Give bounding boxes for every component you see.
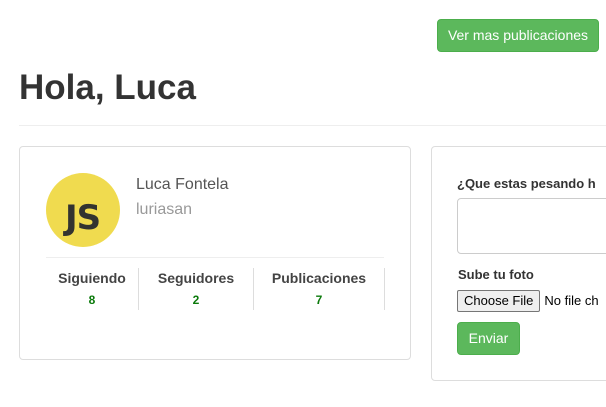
- stat-followers[interactable]: Seguidores 2: [139, 268, 254, 310]
- page-title: Hola, Luca: [19, 68, 196, 107]
- post-question-label: ¿Que estas pesando h: [457, 176, 596, 191]
- profile-full-name: Luca Fontela: [136, 176, 229, 193]
- stat-followers-label: Seguidores: [157, 270, 235, 286]
- photo-upload-label: Sube tu foto: [458, 267, 534, 282]
- profile-username: luriasan: [136, 201, 193, 218]
- file-input: Choose File No file ch: [457, 290, 599, 312]
- stats-divider: [46, 257, 384, 258]
- header-divider: [19, 125, 606, 126]
- submit-post-button[interactable]: Enviar: [457, 322, 520, 355]
- stat-following-label: Siguiendo: [58, 270, 126, 286]
- stat-followers-value: 2: [192, 293, 200, 307]
- profile-card: JS Luca Fontela luriasan Siguiendo 8 Seg…: [19, 146, 411, 360]
- choose-file-button[interactable]: Choose File: [457, 290, 541, 312]
- file-status-text: No file ch: [544, 293, 599, 308]
- new-post-card: ¿Que estas pesando h Sube tu foto Choose…: [431, 146, 606, 381]
- stat-posts-value: 7: [315, 293, 323, 307]
- avatar-logo-text: JS: [65, 198, 101, 238]
- stat-posts-label: Publicaciones: [271, 270, 367, 286]
- stat-posts[interactable]: Publicaciones 7: [254, 268, 385, 310]
- page: Ver mas publicaciones Hola, Luca JS Luca…: [0, 0, 606, 407]
- stat-following-value: 8: [88, 293, 96, 307]
- stat-following[interactable]: Siguiendo 8: [46, 268, 139, 310]
- more-posts-button[interactable]: Ver mas publicaciones: [437, 19, 599, 52]
- post-textarea[interactable]: [457, 198, 606, 254]
- avatar[interactable]: JS: [46, 173, 120, 247]
